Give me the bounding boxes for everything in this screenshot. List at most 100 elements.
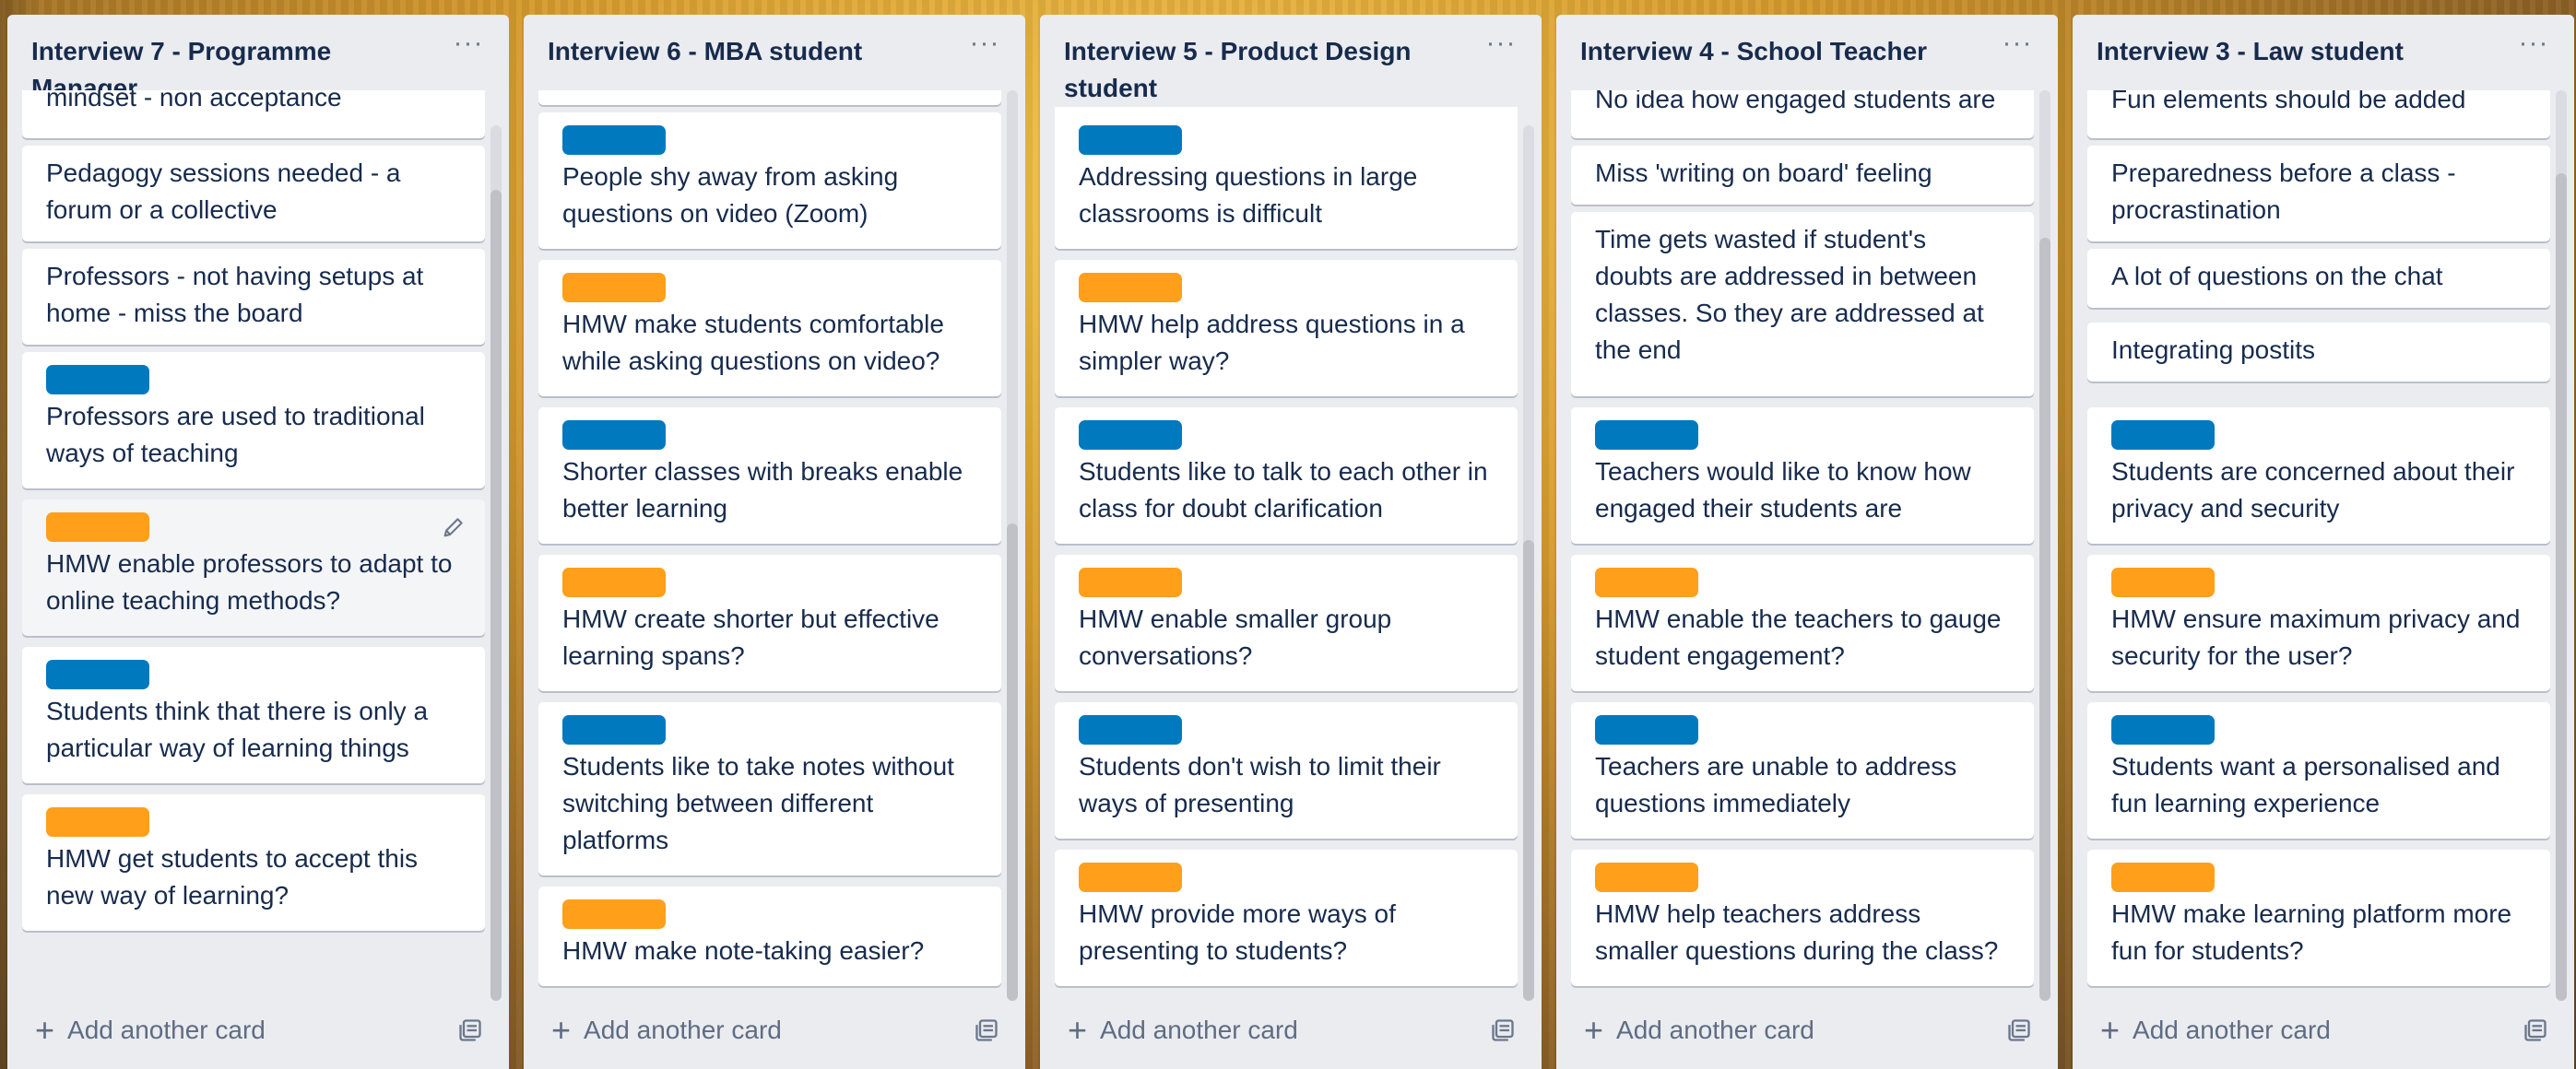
ellipsis-icon[interactable]: ··· [448,29,489,66]
card[interactable]: Professors are used to traditional ways … [22,352,485,488]
card[interactable]: Time gets wasted if student's doubts are… [1571,212,2034,396]
add-card-label: Add another card [584,1016,782,1044]
card[interactable]: Teachers are unable to address questions… [1571,702,2034,839]
card-label-orange[interactable] [562,568,666,597]
card[interactable]: Pedagogy sessions needed - a forum or a … [22,146,485,241]
ellipsis-icon[interactable]: ··· [2513,29,2554,66]
card[interactable]: HMW make learning platform more fun for … [2087,850,2550,986]
card[interactable]: HMW make note-taking easier? [538,887,1001,986]
ellipsis-icon[interactable]: ··· [1481,29,1521,66]
plus-icon: + [551,1011,572,1049]
plus-icon: + [1068,1011,1088,1049]
add-card-button[interactable]: + Add another card [546,1008,791,1052]
card[interactable]: Students want a personalised and fun lea… [2087,702,2550,839]
card-label-blue[interactable] [2111,420,2215,450]
scroll-thumb[interactable] [490,190,502,1001]
card-label-orange[interactable] [1595,568,1698,597]
cards-viewport: mindset - non acceptance Pedagogy sessio… [7,90,509,993]
scroll-thumb[interactable] [2039,238,2050,1001]
card[interactable]: Students think that there is only a part… [22,647,485,783]
card-label-orange[interactable] [46,512,149,542]
ellipsis-icon[interactable]: ··· [964,29,1005,66]
card-text: Addressing questions in large classrooms… [1079,162,1418,228]
add-card-label: Add another card [1616,1016,1814,1044]
card[interactable]: HMW enable professors to adapt to online… [22,499,485,636]
add-card-button[interactable]: + Add another card [2095,1008,2340,1052]
scroll-thumb[interactable] [1007,523,1018,1001]
card-label-blue[interactable] [1079,125,1182,155]
card[interactable]: HMW enable smaller group conversations? [1055,555,1518,691]
card-text: Shorter classes with breaks enable bette… [562,457,963,523]
card[interactable]: Teachers would like to know how engaged … [1571,407,2034,544]
card[interactable]: Students don't wish to limit their ways … [1055,702,1518,839]
card-label-blue[interactable] [46,365,149,394]
card-label-blue[interactable] [562,125,666,155]
card[interactable]: Integrating postits [2087,323,2550,382]
card[interactable]: HMW create shorter but effective learnin… [538,555,1001,691]
card-template-icon[interactable] [1490,1017,1516,1043]
card-label-orange[interactable] [1595,863,1698,892]
card-text: Miss 'writing on board' feeling [1595,159,1932,187]
card-template-icon[interactable] [2006,1017,2032,1043]
card-label-blue[interactable] [1595,420,1698,450]
card[interactable]: HMW help teachers address smaller questi… [1571,850,2034,986]
list-interview-5: Interview 5 - Product Design student ···… [1040,15,1542,1069]
card-text: HMW enable smaller group conversations? [1079,605,1392,670]
card[interactable]: mindset - non acceptance [22,90,485,138]
card[interactable]: Preparedness before a class - procrastin… [2087,146,2550,241]
scroll-thumb[interactable] [1523,540,1534,1001]
card-label-orange[interactable] [562,899,666,929]
scrollbar[interactable] [1523,125,1534,1001]
card[interactable]: HMW get students to accept this new way … [22,794,485,931]
card-label-blue[interactable] [1079,420,1182,450]
card-label-orange[interactable] [562,273,666,302]
pencil-icon[interactable] [441,514,467,540]
scrollbar[interactable] [1007,90,1018,1001]
scroll-thumb[interactable] [2556,173,2567,1001]
card[interactable]: Professors - not having setups at home -… [22,249,485,345]
card-label-blue[interactable] [1079,715,1182,745]
card[interactable]: Students like to take notes without swit… [538,702,1001,875]
card[interactable]: HMW help address questions in a simpler … [1055,260,1518,396]
card[interactable] [538,90,1001,105]
card[interactable]: HMW make students comfortable while aski… [538,260,1001,396]
card[interactable]: No idea how engaged students are [1571,90,2034,138]
card[interactable]: A lot of questions on the chat [2087,249,2550,308]
ellipsis-icon[interactable]: ··· [1997,29,2038,66]
card[interactable]: Students like to talk to each other in c… [1055,407,1518,544]
card[interactable]: HMW ensure maximum privacy and security … [2087,555,2550,691]
add-card-button[interactable]: + Add another card [1578,1008,1824,1052]
card-label-orange[interactable] [1079,568,1182,597]
card[interactable]: Addressing questions in large classrooms… [1055,90,1518,249]
card-label-blue[interactable] [562,420,666,450]
card[interactable]: Shorter classes with breaks enable bette… [538,407,1001,544]
card[interactable]: People shy away from asking questions on… [538,112,1001,249]
card[interactable]: HMW enable the teachers to gauge student… [1571,555,2034,691]
scrollbar[interactable] [490,125,502,1001]
add-card-button[interactable]: + Add another card [30,1008,275,1052]
card-label-blue[interactable] [562,715,666,745]
card-text: HMW help teachers address smaller questi… [1595,899,1999,965]
card-label-orange[interactable] [1079,273,1182,302]
card-template-icon[interactable] [457,1017,483,1043]
card[interactable]: HMW provide more ways of presenting to s… [1055,850,1518,986]
card-label-blue[interactable] [2111,715,2215,745]
card-label-blue[interactable] [1595,715,1698,745]
card-label-blue[interactable] [46,660,149,689]
card-label-orange[interactable] [2111,863,2215,892]
card-text: Pedagogy sessions needed - a forum or a … [46,159,401,224]
list-title-overlay: Interview 3 - Law student [2073,15,2574,90]
list-interview-3: Interview 3 - Law student ··· Fun elemen… [2073,15,2574,1069]
scrollbar[interactable] [2556,90,2567,1001]
scrollbar[interactable] [2039,90,2050,1001]
add-card-button[interactable]: + Add another card [1062,1008,1307,1052]
list-footer: + Add another card [1040,995,1542,1069]
card[interactable]: Miss 'writing on board' feeling [1571,146,2034,205]
card[interactable]: Students are concerned about their priva… [2087,407,2550,544]
card-template-icon[interactable] [2523,1017,2548,1043]
card[interactable]: Fun elements should be added [2087,90,2550,138]
card-label-orange[interactable] [1079,863,1182,892]
card-template-icon[interactable] [974,1017,999,1043]
card-label-orange[interactable] [2111,568,2215,597]
card-label-orange[interactable] [46,807,149,837]
